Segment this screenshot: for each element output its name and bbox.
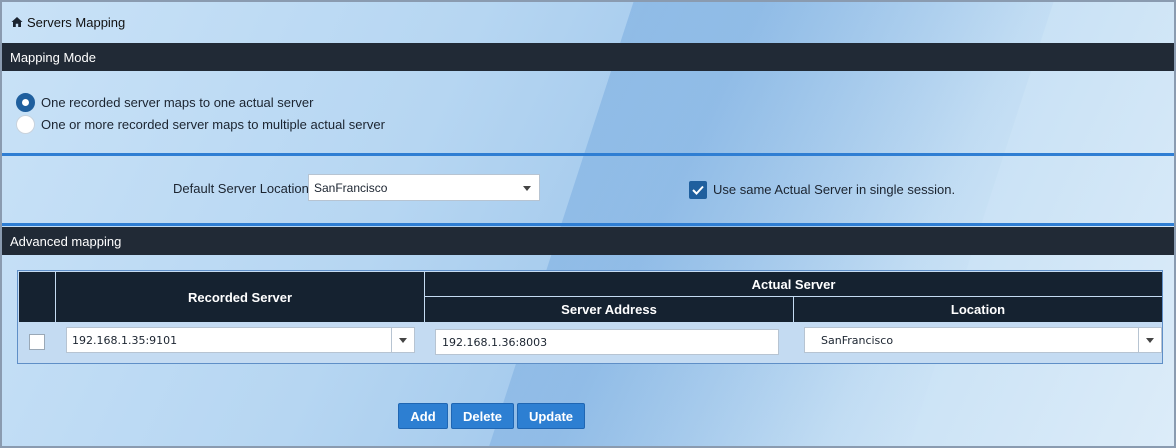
server-address-header: Server Address [425, 297, 793, 322]
radio-one-to-one-label: One recorded server maps to one actual s… [41, 95, 314, 110]
location-header: Location [794, 297, 1162, 322]
checkmark-icon [692, 185, 704, 195]
chevron-down-icon [399, 338, 407, 343]
add-button[interactable]: Add [398, 403, 448, 429]
chevron-down-icon [1146, 338, 1154, 343]
radio-one-to-one[interactable]: One recorded server maps to one actual s… [16, 93, 313, 112]
servers-mapping-panel: Servers Mapping Mapping Mode One recorde… [0, 0, 1176, 448]
location-value: SanFrancisco [821, 333, 894, 347]
advanced-mapping-header: Advanced mapping [2, 227, 1174, 255]
section-divider [2, 223, 1174, 226]
mapping-grid: Recorded Server Actual Server Server Add… [17, 270, 1163, 364]
select-column-header [19, 272, 55, 322]
home-icon [11, 17, 23, 27]
radio-many-to-many-label: One or more recorded server maps to mult… [41, 117, 385, 132]
same-server-checkbox[interactable] [689, 181, 707, 199]
default-location-value: SanFrancisco [314, 180, 388, 195]
server-address-input[interactable]: 192.168.1.36:8003 [435, 329, 779, 355]
radio-unselected-icon[interactable] [16, 115, 35, 134]
table-row: 192.168.1.35:9101 192.168.1.36:8003 SanF… [18, 323, 1162, 363]
dropdown-toggle[interactable] [1138, 328, 1161, 352]
section-divider [2, 153, 1174, 156]
same-server-label: Use same Actual Server in single session… [713, 182, 956, 197]
row-checkbox[interactable] [29, 334, 45, 350]
mapping-mode-header: Mapping Mode [2, 43, 1174, 71]
radio-selected-icon[interactable] [16, 93, 35, 112]
page-title: Servers Mapping [27, 14, 126, 30]
recorded-server-value: 192.168.1.35:9101 [72, 333, 178, 347]
chevron-down-icon [523, 185, 531, 191]
default-location-label: Default Server Location [173, 181, 309, 196]
page-header: Servers Mapping [2, 2, 1174, 42]
radio-many-to-many[interactable]: One or more recorded server maps to mult… [16, 115, 385, 134]
actual-server-header: Actual Server [425, 272, 1162, 296]
delete-button[interactable]: Delete [451, 403, 514, 429]
dropdown-toggle[interactable] [391, 328, 414, 352]
recorded-server-select[interactable]: 192.168.1.35:9101 [66, 327, 415, 353]
recorded-server-header: Recorded Server [56, 272, 424, 322]
update-button[interactable]: Update [517, 403, 585, 429]
default-location-select[interactable]: SanFrancisco [308, 174, 540, 201]
server-address-value: 192.168.1.36:8003 [442, 335, 548, 349]
location-select[interactable]: SanFrancisco [804, 327, 1162, 353]
